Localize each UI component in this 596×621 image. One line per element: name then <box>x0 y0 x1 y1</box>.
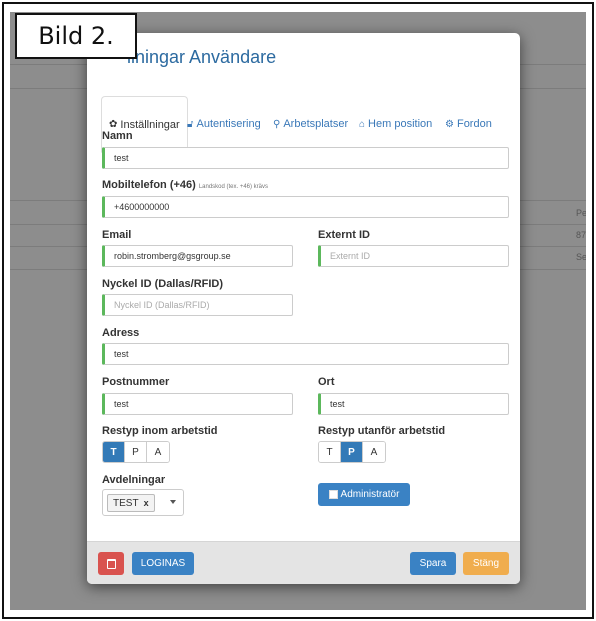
map-marker-icon: ⚲ <box>273 118 281 130</box>
administrator-toggle-button[interactable]: Administratör <box>318 483 410 506</box>
loginas-button[interactable]: LOGINAS <box>132 552 194 575</box>
user-settings-modal: llningar Användare ✿ Inställningar 🔓︎ Au… <box>87 33 520 584</box>
home-icon: ⌂ <box>359 118 366 130</box>
restyp-inom-option-t[interactable]: T <box>103 442 125 462</box>
close-button[interactable]: Stäng <box>463 552 509 575</box>
modal-footer: LOGINAS Spara Stäng <box>87 541 520 584</box>
mobil-hint: Landskod (tex. +46) krävs <box>198 184 269 190</box>
background-text: Ser <box>576 252 586 262</box>
restyp-utanfor-toggle: T P A <box>318 441 386 463</box>
restyp-inom-label: Restyp inom arbetstid <box>102 425 218 437</box>
tab-autentisering[interactable]: 🔓︎ Autentisering <box>187 96 261 152</box>
checkbox-icon <box>328 490 338 499</box>
externt-id-input[interactable]: Externt ID <box>318 245 509 267</box>
restyp-inom-option-p[interactable]: P <box>125 442 147 462</box>
email-label: Email <box>102 229 132 241</box>
restyp-utanfor-option-a[interactable]: A <box>363 442 385 462</box>
adress-input[interactable]: test <box>102 343 509 365</box>
ort-label: Ort <box>318 376 335 388</box>
tab-installningar[interactable]: ✿ Inställningar <box>101 96 188 153</box>
chevron-down-icon[interactable] <box>170 500 176 504</box>
avdelning-chip: TEST x <box>107 494 155 512</box>
lock-icon: 🔓︎ <box>187 118 194 130</box>
background-text: Per <box>576 208 586 218</box>
namn-label: Namn <box>102 130 133 142</box>
postnummer-label: Postnummer <box>102 376 170 388</box>
ort-input[interactable]: test <box>318 393 509 415</box>
restyp-utanfor-option-t[interactable]: T <box>319 442 341 462</box>
tab-label: Autentisering <box>196 118 261 130</box>
tab-label: Inställningar <box>120 118 180 131</box>
restyp-inom-toggle: T P A <box>102 441 170 463</box>
tab-hem-position[interactable]: ⌂ Hem position <box>359 96 432 152</box>
administrator-label: Administratör <box>340 489 400 500</box>
background-text: 870 <box>576 230 586 240</box>
restyp-utanfor-label: Restyp utanför arbetstid <box>318 425 446 437</box>
delete-button[interactable] <box>98 552 124 575</box>
nyckel-id-label: Nyckel ID (Dallas/RFID) <box>102 278 224 290</box>
mobil-label-text: Mobiltelefon (+46) <box>102 179 196 191</box>
tab-label: Fordon <box>456 118 492 130</box>
tab-label: Arbetsplatser <box>283 118 349 130</box>
restyp-utanfor-option-p[interactable]: P <box>341 442 363 462</box>
avdelningar-label: Avdelningar <box>102 474 166 486</box>
tab-fordon[interactable]: ⚙ Fordon <box>445 96 492 152</box>
trash-icon <box>106 558 116 569</box>
modal-title: llningar Användare <box>127 47 277 67</box>
chip-remove-button[interactable]: x <box>144 498 149 508</box>
figure-label: Bild 2. <box>15 13 137 59</box>
namn-input[interactable]: test <box>102 147 509 169</box>
chip-label: TEST <box>113 498 139 509</box>
mobil-label: Mobiltelefon (+46) Landskod (tex. +46) kr… <box>102 179 268 191</box>
avdelningar-select[interactable]: TEST x <box>102 489 184 516</box>
postnummer-input[interactable]: test <box>102 393 293 415</box>
tab-bar: ✿ Inställningar 🔓︎ Autentisering ⚲ Arbet… <box>101 96 509 153</box>
tab-arbetsplatser[interactable]: ⚲ Arbetsplatser <box>273 96 348 152</box>
externt-id-label: Externt ID <box>318 229 370 241</box>
mobil-input[interactable]: +4600000000 <box>102 196 509 218</box>
tab-label: Hem position <box>368 118 433 130</box>
nyckel-id-input[interactable]: Nyckel ID (Dallas/RFID) <box>102 294 293 316</box>
gears-icon: ⚙ <box>445 118 454 130</box>
adress-label: Adress <box>102 327 140 339</box>
gear-icon: ✿ <box>109 119 118 130</box>
restyp-inom-option-a[interactable]: A <box>147 442 169 462</box>
email-input[interactable]: robin.stromberg@gsgroup.se <box>102 245 293 267</box>
save-button[interactable]: Spara <box>410 552 456 575</box>
